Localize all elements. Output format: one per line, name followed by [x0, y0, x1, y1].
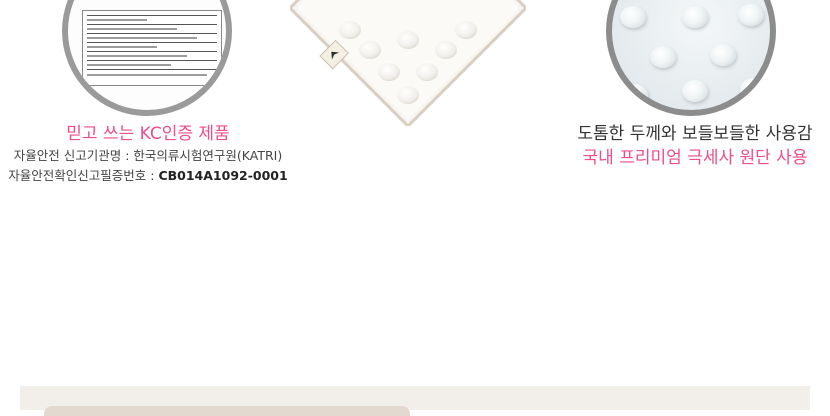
agency-line: 자율안전 신고기관명 : 한국의류시험연구원(KATRI) — [13, 148, 283, 163]
fabric-dot — [650, 46, 676, 68]
fabric-description-block: 도톰한 두께와 보들보들한 사용감 국내 프리미엄 극세사 원단 사용 — [560, 122, 830, 170]
fabric-dot — [738, 4, 764, 26]
fabric-dot — [740, 78, 766, 100]
blanket-icon — [290, 0, 526, 126]
fabric-dot — [620, 6, 646, 28]
fabric-material-line: 국내 프리미엄 극세사 원단 사용 — [582, 148, 808, 168]
blanket-product-image — [290, 0, 526, 126]
fabric-dot — [682, 80, 708, 102]
cert-number-line: 자율안전확인신고필증번호 : CB014A1092-0001 — [0, 166, 296, 186]
fabric-dot — [710, 44, 736, 66]
cert-number-label: 자율안전확인신고필증번호 : — [8, 168, 159, 183]
cert-number-value: CB014A1092-0001 — [158, 168, 288, 183]
kc-certification-block: 믿고 쓰는 KC인증 제품 자율안전 신고기관명 : 한국의류시험연구원(KAT… — [0, 122, 296, 186]
fabric-texture-image — [606, 0, 776, 116]
kc-title: 믿고 쓰는 KC인증 제품 — [66, 124, 230, 144]
fabric-dot — [682, 6, 708, 28]
certificate-image — [62, 0, 232, 116]
certificate-document-icon — [82, 10, 222, 86]
next-section-header — [44, 406, 410, 416]
fabric-dot — [622, 84, 648, 106]
fabric-feature-line: 도톰한 두께와 보들보들한 사용감 — [577, 124, 813, 144]
